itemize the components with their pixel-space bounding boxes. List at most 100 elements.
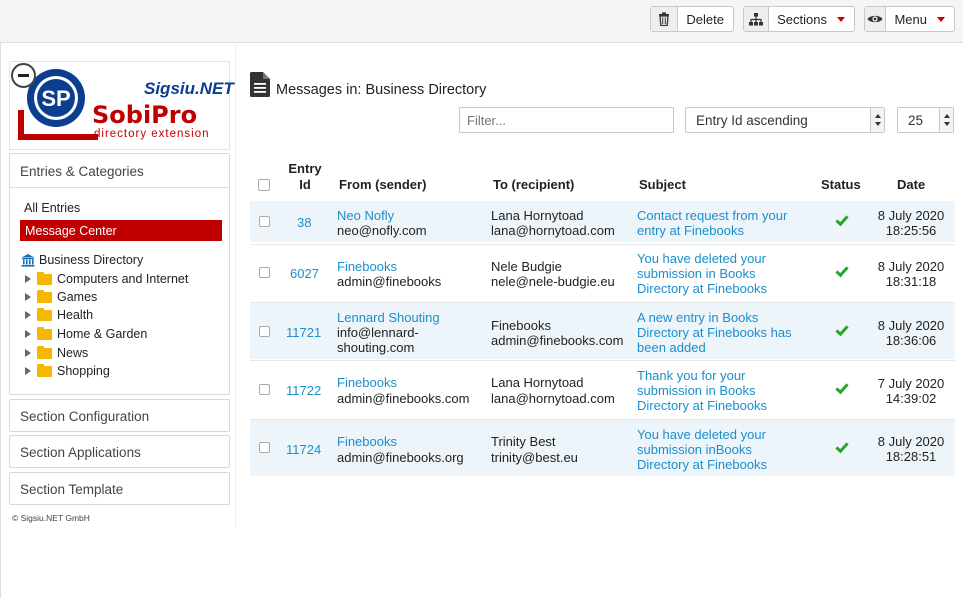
section-applications-panel[interactable]: Section Applications bbox=[9, 435, 230, 468]
triangle-right-icon[interactable] bbox=[25, 311, 31, 319]
to-name: Lana Hornytoad bbox=[491, 208, 584, 223]
tree-item-label: Home & Garden bbox=[57, 327, 148, 341]
tree-item-computers[interactable]: Computers and Internet bbox=[25, 271, 188, 287]
header-status[interactable]: Status bbox=[821, 177, 861, 192]
subject-line: You have deleted your bbox=[637, 427, 766, 442]
section-configuration-panel[interactable]: Section Configuration bbox=[9, 399, 230, 432]
check-icon[interactable] bbox=[835, 439, 849, 454]
entry-id-link[interactable]: 11724 bbox=[286, 442, 321, 457]
eye-icon bbox=[865, 7, 887, 31]
subject-line: entry at Finebooks bbox=[637, 223, 744, 238]
triangle-right-icon[interactable] bbox=[25, 275, 31, 283]
divider bbox=[10, 187, 229, 188]
date-value: 8 July 2020 bbox=[877, 259, 945, 274]
chevron-down-icon bbox=[837, 16, 845, 22]
date-cell: 7 July 2020 14:39:02 bbox=[860, 376, 962, 406]
time-value: 14:39:02 bbox=[885, 391, 937, 406]
sitemap-icon bbox=[744, 7, 770, 31]
triangle-right-icon[interactable] bbox=[25, 349, 31, 357]
from-email: admin@finebooks.org bbox=[337, 450, 464, 465]
chevron-down-icon bbox=[937, 16, 945, 22]
check-icon[interactable] bbox=[835, 263, 849, 278]
header-entry-id[interactable]: Entry Id bbox=[284, 161, 326, 193]
limit-select[interactable]: 25 bbox=[897, 107, 954, 133]
from-name-link[interactable]: Neo Nofly bbox=[337, 208, 394, 223]
to-email: nele@nele-budgie.eu bbox=[491, 274, 615, 289]
row-checkbox[interactable] bbox=[259, 384, 270, 395]
collapse-sidebar-button[interactable] bbox=[11, 63, 36, 88]
tree-item-label: Games bbox=[57, 290, 98, 304]
header-to[interactable]: To (recipient) bbox=[493, 177, 574, 192]
date-cell: 8 July 2020 18:31:18 bbox=[860, 259, 962, 289]
entries-categories-heading[interactable]: Entries & Categories bbox=[10, 164, 154, 179]
delete-label: Delete bbox=[686, 11, 724, 27]
filter-input[interactable] bbox=[459, 107, 674, 133]
subject-link[interactable]: You have deleted your submission in Books… bbox=[637, 251, 767, 296]
subject-link[interactable]: Thank you for your submission in Books Dir… bbox=[637, 368, 767, 413]
limit-arrows-icon bbox=[939, 108, 953, 132]
sections-button[interactable]: Sections bbox=[743, 6, 855, 32]
time-value: 18:28:51 bbox=[885, 449, 937, 464]
from-name-link[interactable]: Lennard Shouting bbox=[337, 310, 440, 325]
menu-button[interactable]: Menu bbox=[864, 6, 955, 32]
row-checkbox[interactable] bbox=[259, 442, 270, 453]
folder-icon bbox=[37, 307, 52, 321]
from-email: neo@nofly.com bbox=[337, 223, 427, 238]
subject-link[interactable]: Contact request from your entry at Finebo… bbox=[637, 208, 787, 238]
subject-link[interactable]: You have deleted your submission inBooks D… bbox=[637, 427, 767, 472]
table-row: 11724 Finebooks admin@finebooks.org Trin… bbox=[250, 419, 955, 476]
from-name-link[interactable]: Finebooks bbox=[337, 434, 397, 449]
delete-button[interactable]: Delete bbox=[650, 6, 734, 32]
entry-id-link[interactable]: 11722 bbox=[286, 383, 321, 398]
date-value: 8 July 2020 bbox=[877, 318, 945, 333]
logo-tagline: directory extension bbox=[94, 128, 210, 140]
header-date[interactable]: Date bbox=[897, 177, 925, 192]
tree-root-business-directory[interactable]: Business Directory bbox=[21, 253, 143, 267]
all-entries-link[interactable]: All Entries bbox=[24, 201, 80, 215]
tree-item-label: Health bbox=[57, 308, 94, 322]
folder-icon bbox=[37, 271, 52, 285]
tree-item-label: Shopping bbox=[57, 364, 110, 378]
date-cell: 8 July 2020 18:25:56 bbox=[860, 208, 962, 238]
header-subject[interactable]: Subject bbox=[639, 177, 686, 192]
to-email: lana@hornytoad.com bbox=[491, 223, 615, 238]
triangle-right-icon[interactable] bbox=[25, 293, 31, 301]
tree-item-shopping[interactable]: Shopping bbox=[25, 363, 110, 379]
sobipro-logo: SP Sigsiu.NET SobiPro directory extensio… bbox=[9, 61, 234, 150]
date-value: 8 July 2020 bbox=[877, 434, 945, 449]
section-template-panel[interactable]: Section Template bbox=[9, 472, 230, 505]
select-all-checkbox[interactable] bbox=[258, 179, 270, 191]
tree-item-games[interactable]: Games bbox=[25, 289, 97, 305]
subject-line: submission inBooks bbox=[637, 442, 752, 457]
subject-line: Thank you for your bbox=[637, 368, 746, 383]
time-value: 18:36:06 bbox=[885, 333, 937, 348]
from-name-link[interactable]: Finebooks bbox=[337, 375, 397, 390]
check-icon[interactable] bbox=[835, 380, 849, 395]
subject-line: You have deleted your bbox=[637, 251, 766, 266]
entry-id-link[interactable]: 38 bbox=[297, 215, 313, 230]
date-value: 7 July 2020 bbox=[877, 376, 945, 391]
row-checkbox[interactable] bbox=[259, 216, 270, 227]
triangle-right-icon[interactable] bbox=[25, 330, 31, 338]
minus-icon bbox=[18, 74, 29, 77]
tree-item-health[interactable]: Health bbox=[25, 307, 93, 323]
section-applications-label: Section Applications bbox=[20, 445, 141, 460]
entry-id-link[interactable]: 6027 bbox=[290, 266, 319, 281]
header-from[interactable]: From (sender) bbox=[339, 177, 426, 192]
message-center-link[interactable]: Message Center bbox=[20, 220, 222, 241]
triangle-right-icon[interactable] bbox=[25, 367, 31, 375]
row-checkbox[interactable] bbox=[259, 267, 270, 278]
check-icon[interactable] bbox=[835, 322, 849, 337]
header-id-label: Id bbox=[299, 177, 311, 192]
entry-id-link[interactable]: 11721 bbox=[286, 325, 321, 340]
subject-link[interactable]: A new entry in Books Directory at Fineboo… bbox=[637, 310, 792, 355]
row-checkbox[interactable] bbox=[259, 326, 270, 337]
check-icon[interactable] bbox=[835, 212, 849, 227]
limit-value: 25 bbox=[908, 113, 924, 128]
tree-item-home-garden[interactable]: Home & Garden bbox=[25, 326, 147, 342]
sort-select[interactable]: Entry Id ascending bbox=[685, 107, 885, 133]
section-configuration-label: Section Configuration bbox=[20, 409, 150, 424]
tree-item-news[interactable]: News bbox=[25, 345, 88, 361]
from-name-link[interactable]: Finebooks bbox=[337, 259, 397, 274]
subject-line: Directory at Finebooks bbox=[637, 457, 768, 472]
